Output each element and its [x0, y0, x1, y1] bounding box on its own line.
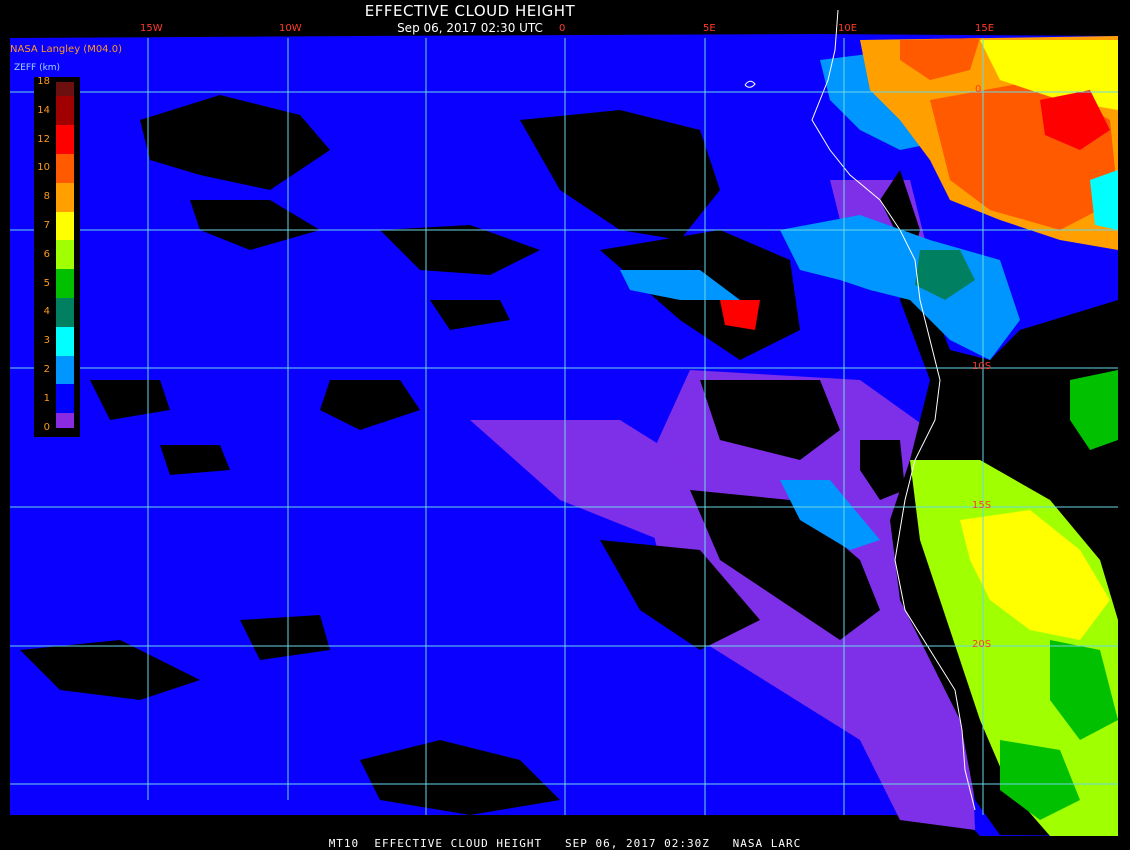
legend-swatch [56, 384, 74, 414]
legend-swatch [56, 82, 74, 97]
legend-swatch [56, 96, 74, 126]
footer-caption: MT10 EFFECTIVE CLOUD HEIGHT SEP 06, 2017… [328, 837, 802, 850]
lon-label-15w: 15W [140, 23, 163, 34]
legend-swatch [56, 211, 74, 241]
legend-swatch [56, 355, 74, 385]
legend-tick-label: 8 [43, 191, 50, 203]
legend-tick-label: 7 [43, 220, 50, 231]
data-provider-label: NASA Langley (M04.0) [10, 44, 122, 55]
lat-label-20s: 20S [972, 639, 992, 650]
legend-tick-label: 18 [37, 76, 50, 87]
legend-title: ZEFF (km) [14, 63, 61, 73]
legend-swatch [56, 182, 74, 212]
legend-swatch [56, 413, 74, 428]
legend-tick-label: 0 [43, 421, 50, 433]
lat-label-0: 0 [975, 84, 982, 95]
legend-swatch [56, 269, 74, 298]
lat-label-15s: 15S [972, 500, 992, 511]
cloud-height-map [0, 0, 1130, 850]
legend-tick-label: 10 [37, 162, 50, 174]
legend-swatch [56, 154, 74, 183]
legend-swatch [56, 298, 74, 327]
lat-label-10s: 10S [972, 361, 992, 372]
lon-label-10e: 10E [838, 23, 858, 34]
legend-swatch [56, 326, 74, 356]
legend-tick-label: 5 [43, 277, 50, 289]
lon-label-0: 0 [559, 23, 566, 34]
lon-label-15e: 15E [975, 23, 995, 34]
lon-label-10w: 10W [279, 23, 302, 34]
legend-tick-label: 1 [43, 392, 50, 404]
legend-tick-label: 6 [43, 248, 50, 260]
legend-tick-label: 2 [43, 364, 50, 375]
legend-swatch [56, 125, 74, 154]
legend-swatch [56, 240, 74, 270]
legend-tick-label: 4 [43, 306, 50, 318]
legend-tick-label: 12 [37, 133, 50, 145]
legend-tick-label: 14 [37, 104, 50, 116]
map-title: EFFECTIVE CLOUD HEIGHT [364, 2, 576, 20]
legend-tick-label: 3 [43, 335, 50, 347]
lon-label-5e: 5E [703, 23, 716, 34]
